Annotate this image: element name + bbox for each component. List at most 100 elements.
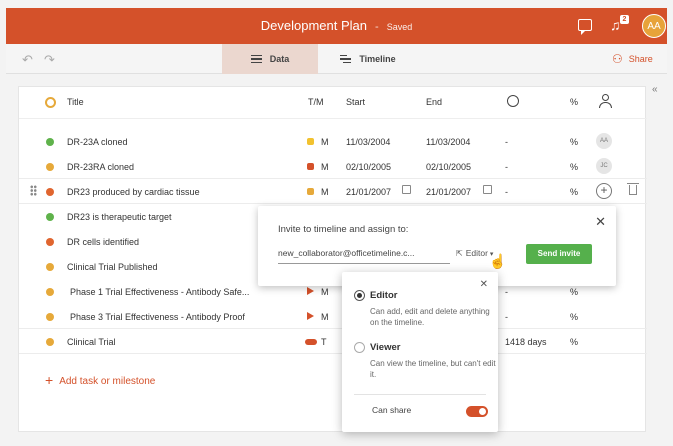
duration-clock-icon[interactable]	[507, 95, 519, 107]
row-start[interactable]: 02/10/2005	[346, 162, 391, 172]
row-end[interactable]: 02/10/2005	[426, 162, 471, 172]
add-person-icon: ⚇	[612, 52, 623, 66]
row-title[interactable]: DR cells identified	[67, 237, 139, 247]
role-dropdown[interactable]: ⇱ Editor ▾	[456, 248, 493, 258]
row-duration: -	[505, 162, 508, 172]
col-tm[interactable]: T/M	[308, 97, 324, 107]
tab-data[interactable]: Data	[222, 44, 318, 74]
collapse-panel-icon[interactable]: «	[652, 84, 658, 95]
row-end[interactable]: 21/01/2007	[426, 187, 471, 197]
radio-button[interactable]	[354, 342, 365, 353]
row-type[interactable]: M	[321, 162, 329, 172]
row-duration: -	[505, 287, 508, 297]
row-type[interactable]: M	[321, 312, 329, 322]
table-row[interactable]: DR23 produced by cardiac tissue M 21/01/…	[19, 179, 647, 204]
chat-icon[interactable]	[578, 19, 592, 35]
row-type[interactable]: M	[321, 187, 329, 197]
row-duration: -	[505, 137, 508, 147]
redo-icon[interactable]: ↷	[44, 52, 55, 68]
table-row[interactable]: DR-23RA cloned M 02/10/2005 02/10/2005 -…	[19, 154, 647, 179]
row-start[interactable]: 11/03/2004	[346, 137, 390, 147]
status-dot[interactable]	[46, 313, 54, 321]
row-title[interactable]: DR23 produced by cardiac tissue	[67, 187, 200, 197]
radio-button[interactable]	[354, 290, 365, 301]
milestone-marker-icon[interactable]	[307, 163, 314, 170]
row-title[interactable]: Phase 3 Trial Effectiveness - Antibody P…	[70, 312, 245, 322]
row-type[interactable]: M	[321, 287, 329, 297]
col-pct[interactable]: %	[570, 97, 578, 107]
row-percent[interactable]: %	[570, 287, 578, 297]
row-percent[interactable]: %	[570, 187, 578, 197]
save-status: Saved	[386, 22, 413, 32]
trash-icon[interactable]	[627, 183, 639, 195]
row-title[interactable]: DR-23RA cloned	[67, 162, 134, 172]
tab-label: Timeline	[359, 54, 396, 64]
external-link-icon: ⇱	[456, 249, 463, 258]
row-duration: -	[505, 187, 508, 197]
calendar-icon[interactable]	[483, 185, 492, 194]
milestone-marker-icon[interactable]	[307, 188, 314, 195]
status-ring-icon	[45, 97, 56, 108]
status-dot[interactable]	[46, 263, 54, 271]
status-dot[interactable]	[46, 188, 54, 196]
add-task-button[interactable]: + Add task or milestone	[45, 372, 155, 388]
row-end[interactable]: 11/03/2004	[426, 137, 470, 147]
col-title[interactable]: Title	[67, 97, 84, 107]
drag-handle-icon[interactable]	[30, 185, 37, 196]
add-task-label: Add task or milestone	[59, 376, 156, 387]
invite-title: Invite to timeline and assign to:	[278, 224, 409, 235]
bell-icon[interactable]: ♫	[610, 18, 621, 32]
row-start[interactable]: 21/01/2007	[346, 187, 391, 197]
row-title[interactable]: Clinical Trial Published	[67, 262, 158, 272]
title-separator: -	[375, 21, 379, 33]
document-title-area: Development Plan - Saved	[6, 18, 667, 33]
status-dot[interactable]	[46, 238, 54, 246]
col-end[interactable]: End	[426, 97, 442, 107]
add-assignee-icon[interactable]: +	[596, 183, 612, 199]
assignee-icon[interactable]	[599, 94, 612, 108]
row-duration: -	[505, 312, 508, 322]
close-icon[interactable]: ✕	[480, 279, 488, 290]
row-title[interactable]: DR-23A cloned	[67, 137, 128, 147]
status-dot[interactable]	[46, 138, 54, 146]
row-title[interactable]: Phase 1 Trial Effectiveness - Antibody S…	[70, 287, 249, 297]
send-invite-button[interactable]: Send invite	[526, 244, 592, 264]
status-dot[interactable]	[46, 163, 54, 171]
tab-timeline[interactable]: Timeline	[318, 44, 418, 74]
can-share-label: Can share	[372, 405, 412, 415]
row-title[interactable]: DR23 is therapeutic target	[67, 212, 172, 222]
close-icon[interactable]: ✕	[595, 214, 606, 230]
option-label: Viewer	[370, 342, 401, 353]
row-percent[interactable]: %	[570, 162, 578, 172]
status-dot[interactable]	[46, 213, 54, 221]
row-percent[interactable]: %	[570, 312, 578, 322]
table-row[interactable]: Phase 3 Trial Effectiveness - Antibody P…	[19, 304, 647, 329]
user-avatar[interactable]: AA	[642, 14, 666, 38]
email-field[interactable]: new_collaborator@officetimeline.c...	[278, 248, 450, 264]
status-dot[interactable]	[46, 338, 54, 346]
row-percent[interactable]: %	[570, 137, 578, 147]
table-row[interactable]: DR-23A cloned M 11/03/2004 11/03/2004 - …	[19, 129, 647, 154]
task-bar-icon[interactable]	[305, 339, 317, 345]
row-type[interactable]: T	[321, 337, 327, 347]
calendar-icon[interactable]	[402, 185, 411, 194]
table-row[interactable]: Clinical Trial T 1418 days %	[19, 329, 647, 354]
milestone-marker-icon[interactable]	[307, 138, 314, 145]
row-title[interactable]: Clinical Trial	[67, 337, 116, 347]
col-start[interactable]: Start	[346, 97, 365, 107]
row-percent[interactable]: %	[570, 337, 578, 347]
toolbar: ↶ ↷ Data Timeline ⚇ Share	[6, 44, 667, 74]
flag-icon[interactable]	[307, 312, 314, 320]
timeline-icon	[340, 53, 352, 66]
flag-icon[interactable]	[307, 287, 314, 295]
row-type[interactable]: M	[321, 137, 329, 147]
undo-icon[interactable]: ↶	[22, 52, 33, 68]
document-title[interactable]: Development Plan	[261, 18, 367, 33]
status-dot[interactable]	[46, 288, 54, 296]
role-menu: ✕ Editor Can add, edit and delete anythi…	[342, 272, 498, 432]
share-button[interactable]: ⚇ Share	[612, 52, 653, 66]
share-label: Share	[628, 54, 653, 64]
assignee-avatar[interactable]: JC	[596, 158, 612, 174]
can-share-toggle[interactable]	[466, 406, 488, 417]
assignee-avatar[interactable]: AA	[596, 133, 612, 149]
